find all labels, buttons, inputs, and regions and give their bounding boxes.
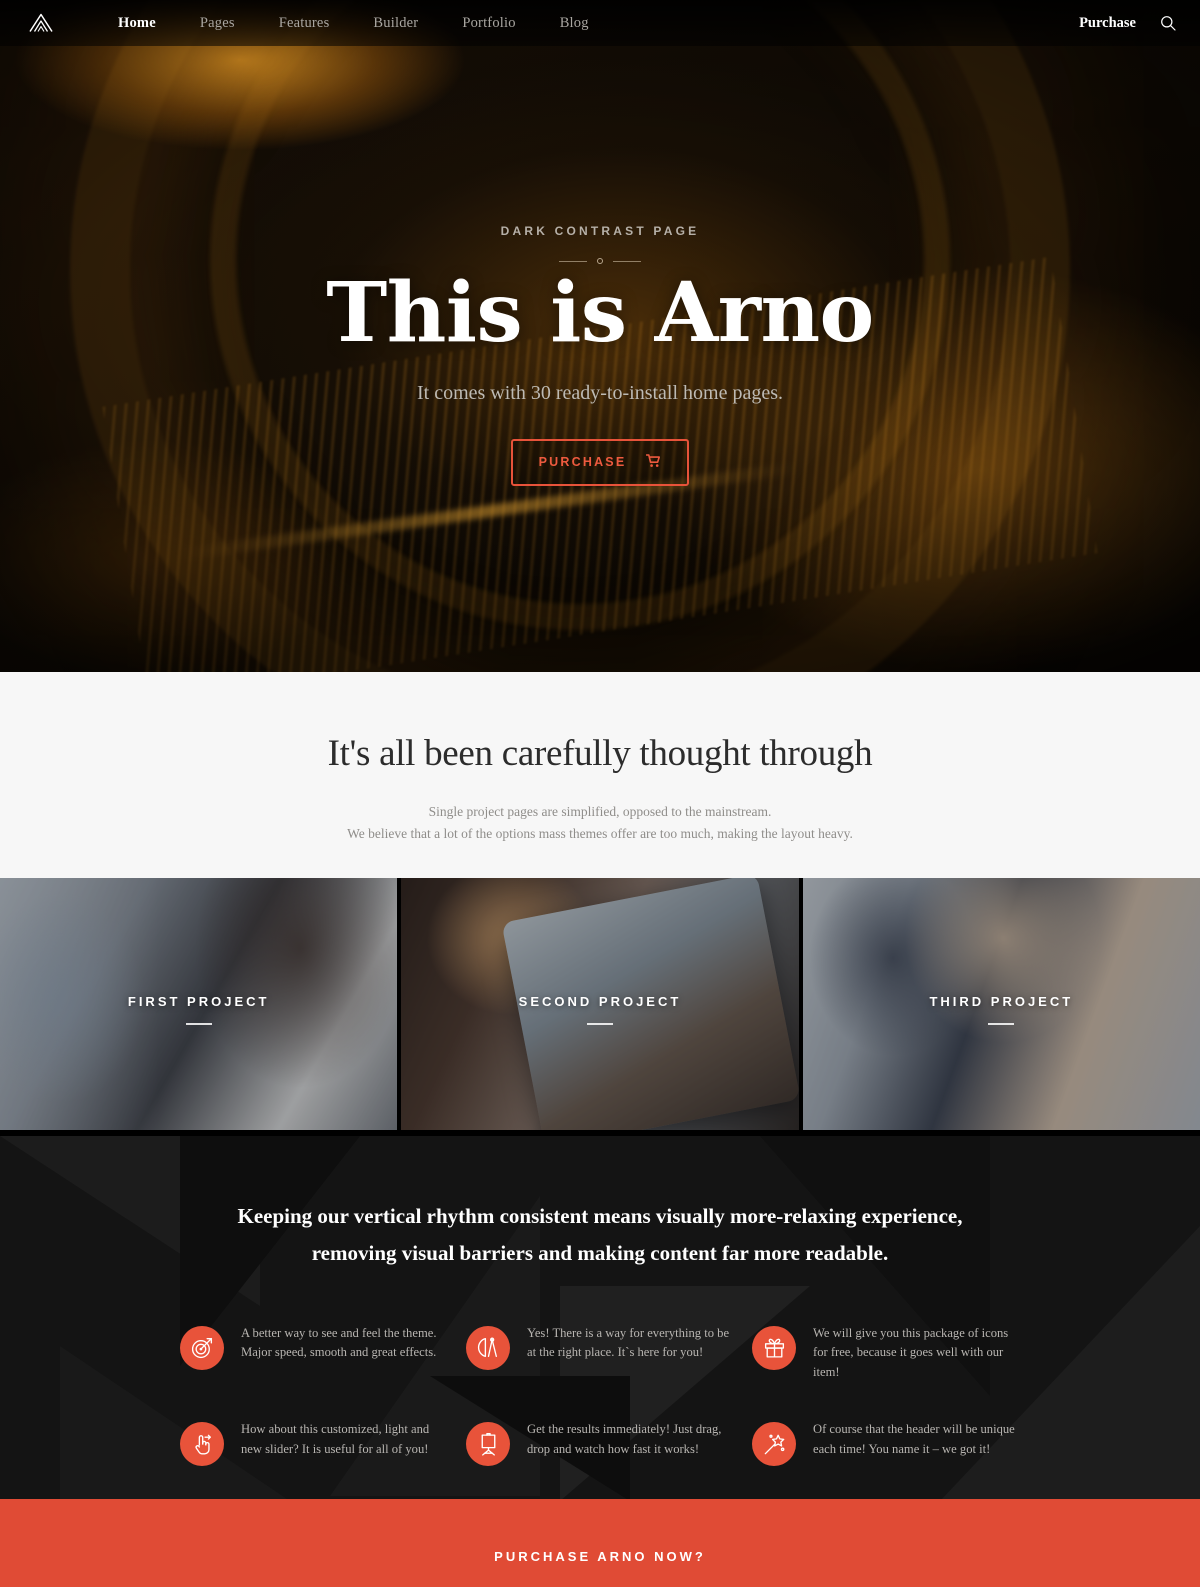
gallery-caption-second: SECOND PROJECT	[401, 878, 798, 1130]
nav-link-blog[interactable]: Blog	[538, 11, 611, 36]
features-grid: A better way to see and feel the theme. …	[180, 1324, 1020, 1467]
feature-item: How about this customized, light and new…	[180, 1420, 448, 1467]
feature-text: Get the results immediately! Just drag, …	[527, 1422, 722, 1456]
hero-title: This is Arno	[326, 265, 874, 361]
shopping-cart-icon	[646, 453, 661, 471]
gallery-underline-second	[586, 1022, 613, 1025]
nav-link-home[interactable]: Home	[96, 11, 178, 36]
gallery-item-second-project[interactable]: SECOND PROJECT	[401, 878, 799, 1130]
feature-item: Yes! There is a way for everything to be…	[466, 1324, 734, 1383]
feature-item: We will give you this package of icons f…	[752, 1324, 1020, 1383]
hero-section: DARK CONTRAST PAGE This is Arno It comes…	[0, 0, 1200, 672]
hero-ornament-divider	[0, 258, 1200, 264]
intro-title: It's all been carefully thought through	[327, 733, 873, 774]
feature-text: A better way to see and feel the theme. …	[241, 1325, 437, 1360]
swipe-hand-icon	[180, 1422, 224, 1467]
gallery-caption-first: FIRST PROJECT	[0, 878, 397, 1130]
intro-section: It's all been carefully thought through …	[0, 672, 1200, 878]
features-heading: Keeping our vertical rhythm consistent m…	[0, 1136, 1200, 1272]
feature-item: Get the results immediately! Just drag, …	[466, 1420, 734, 1467]
features-heading-line-1: Keeping our vertical rhythm consistent m…	[237, 1204, 963, 1228]
feature-text: Of course that the header will be unique…	[813, 1422, 1015, 1456]
gallery-item-first-project[interactable]: FIRST PROJECT	[0, 878, 398, 1130]
nav-link-pages[interactable]: Pages	[178, 11, 257, 36]
gallery-label-third: THIRD PROJECT	[929, 993, 1074, 1009]
gallery-underline-third	[988, 1022, 1015, 1025]
divider-dash-left	[559, 260, 587, 262]
features-heading-line-2: removing visual barriers and making cont…	[311, 1240, 889, 1265]
gallery-caption-third: THIRD PROJECT	[803, 878, 1200, 1130]
compass-divider-icon	[466, 1325, 510, 1370]
target-arrow-icon	[180, 1325, 224, 1370]
gift-box-icon	[752, 1325, 796, 1370]
divider-dash-right	[613, 260, 641, 262]
features-section: Keeping our vertical rhythm consistent m…	[0, 1136, 1200, 1499]
intro-paragraph: Single project pages are simplified, opp…	[0, 801, 1200, 844]
purchase-cta-label[interactable]: PURCHASE ARNO NOW?	[494, 1549, 706, 1564]
nav-link-portfolio[interactable]: Portfolio	[440, 11, 537, 36]
intro-paragraph-line-2: We believe that a lot of the options mas…	[347, 825, 853, 841]
intro-paragraph-line-1: Single project pages are simplified, opp…	[428, 804, 772, 819]
feature-text: We will give you this package of icons f…	[813, 1325, 1009, 1379]
site-logo[interactable]	[26, 8, 56, 38]
nav-purchase-link[interactable]: Purchase	[1079, 15, 1136, 32]
feature-item: Of course that the header will be unique…	[752, 1420, 1020, 1467]
project-gallery: FIRST PROJECT SECOND PROJECT THIRD PROJE…	[0, 878, 1200, 1130]
hero-eyebrow: DARK CONTRAST PAGE	[500, 224, 700, 238]
gallery-label-second: SECOND PROJECT	[518, 993, 682, 1009]
easel-board-icon	[466, 1422, 510, 1467]
nav-link-builder[interactable]: Builder	[351, 11, 440, 36]
hero-purchase-button-label: PURCHASE	[538, 455, 627, 470]
gallery-underline-first	[185, 1022, 212, 1025]
nav-right-group: Purchase	[1079, 15, 1176, 32]
hero-content: DARK CONTRAST PAGE This is Arno It comes…	[0, 0, 1200, 486]
gallery-label-first: FIRST PROJECT	[127, 993, 270, 1009]
feature-item: A better way to see and feel the theme. …	[180, 1324, 448, 1383]
magic-wand-icon	[752, 1422, 796, 1467]
purchase-cta-section[interactable]: PURCHASE ARNO NOW?	[0, 1499, 1200, 1587]
nav-link-features[interactable]: Features	[257, 11, 352, 36]
hero-subtitle: It comes with 30 ready-to-install home p…	[416, 381, 783, 404]
mountain-chevron-logo-icon	[29, 13, 53, 32]
feature-text: Yes! There is a way for everything to be…	[527, 1325, 730, 1360]
top-navigation-bar: Home Pages Features Builder Portfolio Bl…	[0, 0, 1200, 46]
feature-text: How about this customized, light and new…	[241, 1422, 430, 1456]
divider-dot	[597, 258, 603, 264]
hero-purchase-button[interactable]: PURCHASE	[510, 438, 690, 486]
gallery-item-third-project[interactable]: THIRD PROJECT	[802, 878, 1200, 1130]
search-icon[interactable]	[1160, 15, 1176, 31]
primary-nav-links: Home Pages Features Builder Portfolio Bl…	[96, 11, 611, 36]
